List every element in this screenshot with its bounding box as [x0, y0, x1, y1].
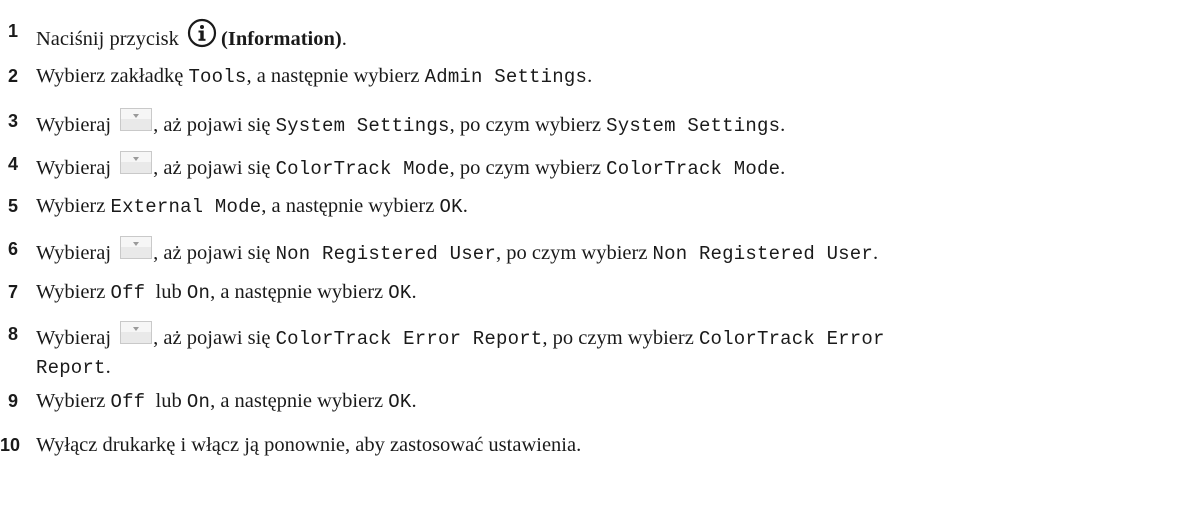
- step-text: .: [462, 195, 468, 217]
- step-text: , a następnie wybierz: [261, 195, 440, 217]
- step-text: , po czym wybierz: [496, 242, 653, 264]
- ui-term: On: [186, 282, 211, 304]
- ui-term: Off: [110, 391, 146, 413]
- step-text: Wybieraj: [36, 157, 117, 179]
- step-text: Wybieraj: [36, 327, 117, 349]
- step-content: Wybieraj , aż pojawi się System Settings…: [36, 108, 785, 139]
- step-text: Wyłącz drukarkę i włącz ją ponownie, aby…: [36, 434, 582, 456]
- scroll-down-button-icon: [120, 108, 153, 131]
- step-content: Wybierz Off lub On, a następnie wybierz …: [36, 279, 417, 306]
- ui-term: ColorTrack Error Report: [275, 328, 543, 350]
- step-text: .: [872, 242, 879, 264]
- ui-term: System Settings: [606, 115, 781, 137]
- ui-term: ColorTrack Error: [698, 328, 885, 350]
- step-text: Wybieraj: [36, 242, 117, 264]
- ui-term: OK: [388, 282, 412, 304]
- step-text: , aż pojawi się: [153, 157, 276, 179]
- ui-term: Non Registered User: [275, 243, 496, 265]
- step-text: .: [341, 28, 347, 50]
- ui-term: ColorTrack Mode: [606, 158, 781, 180]
- step-text: Wybierz: [36, 281, 111, 303]
- ui-term: OK: [439, 196, 463, 218]
- step-number: 1: [8, 21, 19, 41]
- step-content: Report.: [36, 354, 111, 381]
- step-content: Wybierz Off lub On, a następnie wybierz …: [36, 388, 417, 415]
- step-text: lub: [145, 390, 187, 412]
- step-text: , po czym wybierz: [542, 327, 699, 349]
- step-text: , a następnie wybierz: [210, 281, 389, 303]
- step-content: Wyłącz drukarkę i włącz ją ponownie, aby…: [36, 432, 581, 458]
- step-number: 5: [8, 196, 19, 216]
- ui-term: On: [186, 391, 211, 413]
- step-text: , aż pojawi się: [153, 242, 276, 264]
- step-number: 4: [8, 154, 19, 174]
- step-number: 8: [8, 324, 19, 344]
- step-number: 10: [0, 435, 21, 455]
- scroll-down-button-icon: [120, 151, 153, 174]
- step-text: .: [780, 157, 786, 179]
- ui-term: Non Registered User: [652, 243, 873, 265]
- step-number: 2: [8, 66, 19, 86]
- ui-term: System Settings: [275, 115, 450, 137]
- button-name: (Information): [221, 28, 342, 50]
- step-text: Naciśnij przycisk: [36, 28, 185, 50]
- step-number: 3: [8, 111, 19, 131]
- ui-term: Tools: [188, 66, 247, 88]
- step-text: Wybierz: [36, 390, 111, 412]
- step-text: , a następnie wybierz: [246, 65, 425, 87]
- step-content: Wybieraj , aż pojawi się ColorTrack Mode…: [36, 151, 785, 182]
- step-text: .: [780, 114, 786, 136]
- step-content: Wybierz zakładkę Tools, a następnie wybi…: [36, 63, 592, 90]
- step-text: lub: [145, 281, 187, 303]
- step-content: Wybierz External Mode, a następnie wybie…: [36, 193, 468, 220]
- scroll-down-button-icon: [120, 236, 153, 259]
- ui-term: External Mode: [110, 196, 262, 218]
- step-text: , po czym wybierz: [449, 157, 607, 179]
- step-content: Wybieraj , aż pojawi się Non Registered …: [36, 236, 878, 267]
- ui-term: ColorTrack Mode: [275, 158, 450, 180]
- scroll-down-button-icon: [120, 321, 153, 344]
- ui-term: OK: [388, 391, 412, 413]
- step-text: , aż pojawi się: [153, 327, 276, 349]
- step-text: .: [411, 281, 417, 303]
- step-text: Wybieraj: [36, 114, 117, 136]
- ui-term: Report: [36, 357, 106, 379]
- step-number: 7: [8, 282, 19, 302]
- step-content: Naciśnij przycisk (Information).: [36, 18, 347, 52]
- step-text: , a następnie wybierz: [210, 390, 389, 412]
- step-text: Wybierz: [36, 195, 111, 217]
- step-text: .: [105, 356, 111, 378]
- information-icon: [187, 18, 217, 48]
- ui-term: Admin Settings: [424, 66, 588, 88]
- step-text: , po czym wybierz: [449, 114, 607, 136]
- step-number: 9: [8, 391, 19, 411]
- ui-term: Off: [110, 282, 146, 304]
- step-text: .: [587, 65, 593, 87]
- instruction-page: { "steps": [ {"number": "1", "parts": [ …: [0, 0, 1196, 525]
- step-text: .: [411, 390, 417, 412]
- step-number: 6: [8, 239, 19, 259]
- step-content: Wybieraj , aż pojawi się ColorTrack Erro…: [36, 321, 885, 352]
- step-text: , aż pojawi się: [153, 114, 276, 136]
- step-text: Wybierz zakładkę: [36, 65, 189, 87]
